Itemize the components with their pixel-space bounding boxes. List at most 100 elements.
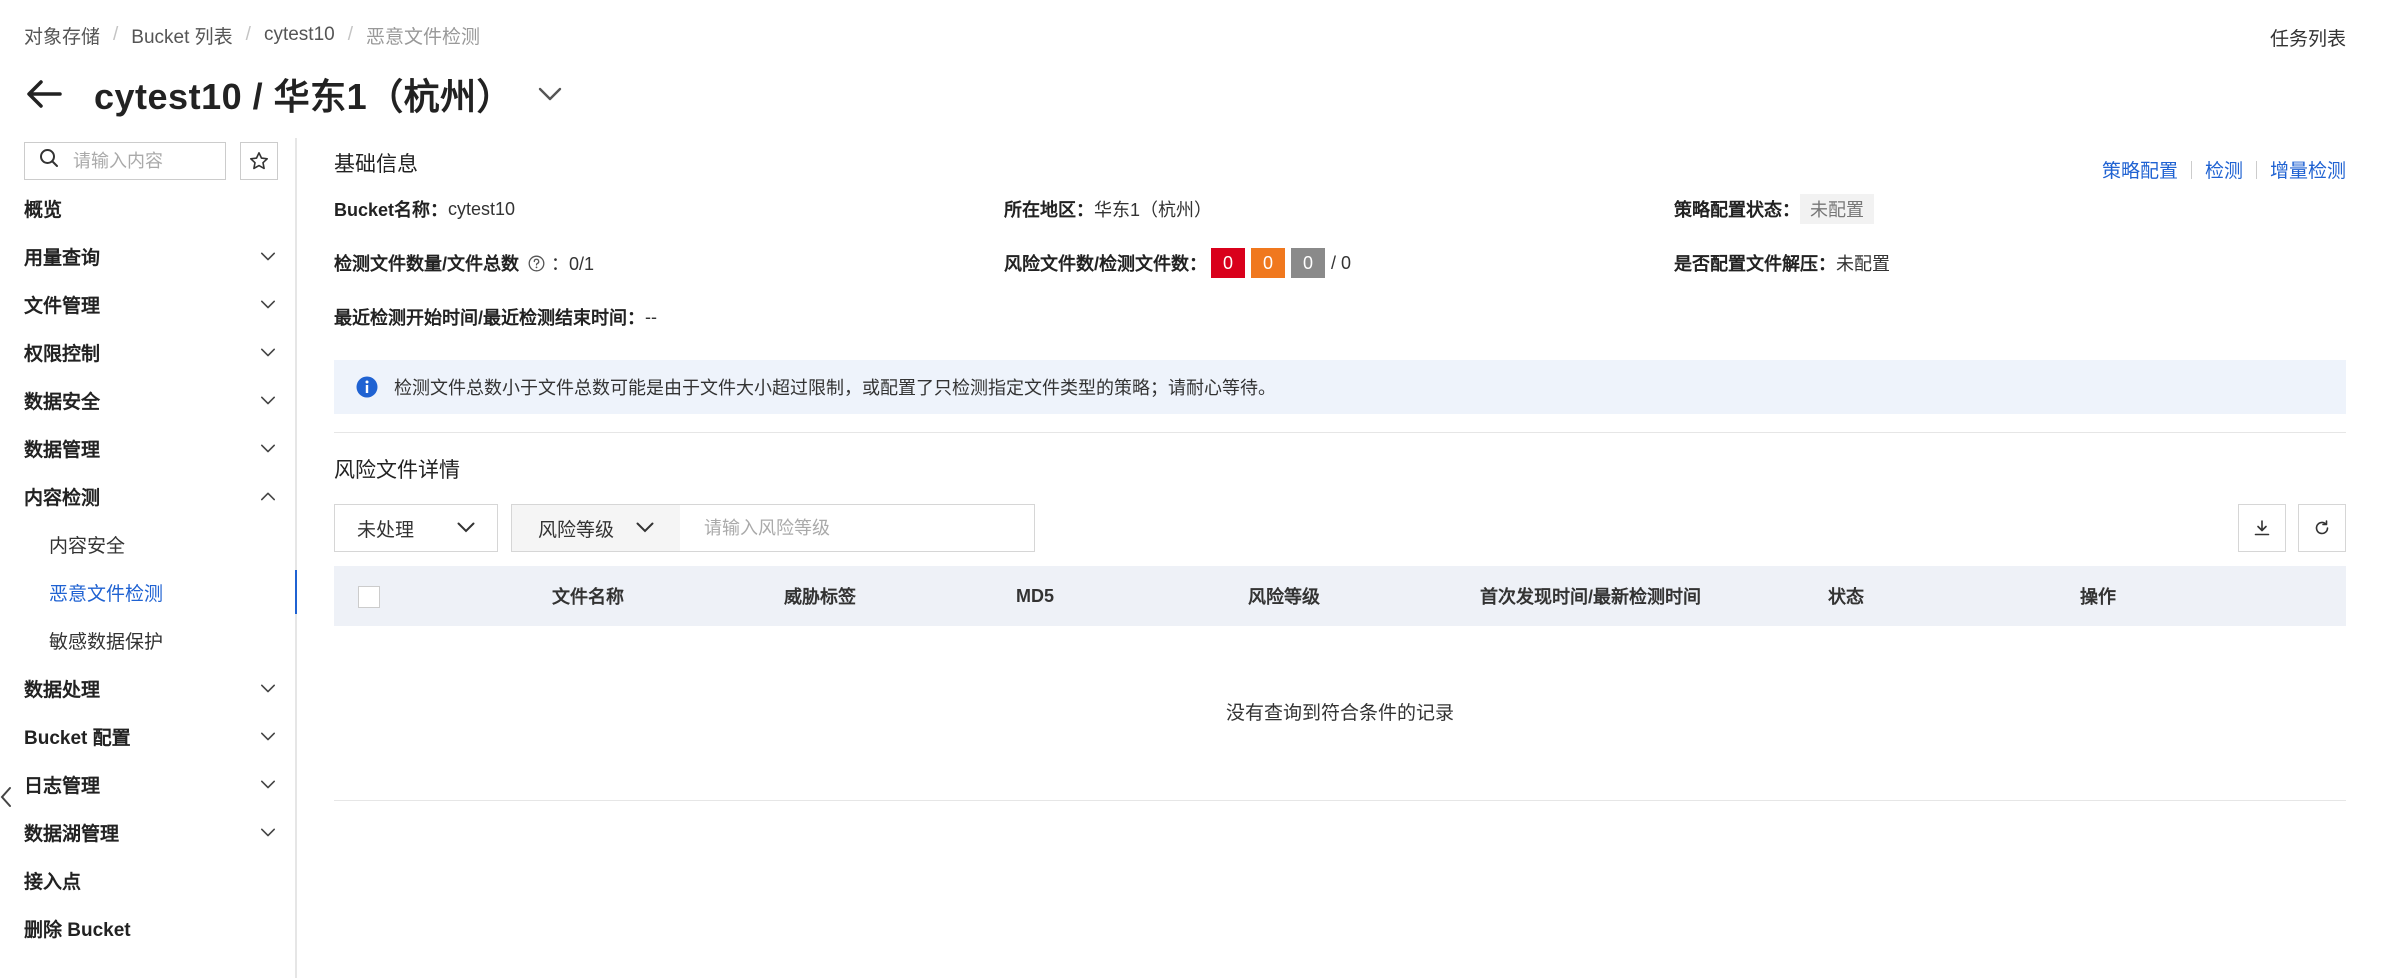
sidebar-item[interactable]: 权限控制 [0, 330, 295, 374]
info-icon [356, 376, 378, 398]
detect-count-label: 检测文件数量/文件总数 [334, 254, 519, 274]
sidebar-item[interactable]: 日志管理 [0, 762, 295, 806]
select-all-checkbox[interactable] [358, 586, 380, 608]
top-actions: 策略配置 检测 增量检测 [2102, 156, 2346, 183]
incremental-detect-link[interactable]: 增量检测 [2270, 156, 2346, 183]
sidebar-item[interactable]: 内容安全 [0, 522, 295, 566]
risk-level-select-value: 风险等级 [538, 519, 615, 541]
risk-level-filter: 风险等级 [511, 504, 1035, 552]
title-row: cytest10 / 华东1（杭州） [24, 66, 565, 122]
sidebar-item[interactable]: 接入点 [0, 858, 295, 902]
column-threat-tag: 威胁标签 [784, 587, 856, 607]
bucket-name-info: Bucket名称： cytest10 [334, 194, 515, 224]
sidebar-search-box[interactable] [24, 142, 226, 180]
bucket-name-label: Bucket名称： [334, 200, 449, 220]
notice-text: 检测文件总数小于文件总数可能是由于文件大小超过限制，或配置了只检测指定文件类型的… [394, 378, 1276, 398]
breadcrumb-separator: / [245, 24, 251, 45]
help-icon[interactable] [527, 254, 545, 272]
risk-count-info: 风险文件数/检测文件数： 0 0 0 / 0 [1004, 248, 1351, 278]
chevron-down-icon [259, 727, 277, 745]
detect-count-value: ：0/1 [551, 254, 595, 274]
region-value: 华东1（杭州） [1094, 200, 1213, 220]
chevron-down-icon [259, 679, 277, 697]
basic-info-title: 基础信息 [334, 153, 418, 176]
star-icon [250, 152, 268, 170]
status-filter-select[interactable]: 未处理 [334, 504, 498, 552]
empty-table-message: 没有查询到符合条件的记录 [1225, 703, 1454, 724]
sidebar: 概览用量查询文件管理权限控制数据安全数据管理内容检测内容安全恶意文件检测敏感数据… [0, 138, 297, 978]
sidebar-item[interactable]: Bucket 配置 [0, 714, 295, 758]
breadcrumb: 对象存储 / Bucket 列表 / cytest10 / 恶意文件检测 [24, 20, 480, 50]
chevron-down-icon [259, 391, 277, 409]
chevron-down-icon [259, 343, 277, 361]
sidebar-search-row [24, 142, 278, 180]
sidebar-item-label: Bucket 配置 [24, 727, 131, 749]
unzip-value: 未配置 [1836, 254, 1890, 274]
sidebar-item[interactable]: 敏感数据保护 [0, 618, 295, 662]
status-filter-value: 未处理 [357, 519, 415, 541]
sidebar-item-label: 数据处理 [24, 679, 101, 701]
download-button[interactable] [2238, 504, 2286, 552]
breadcrumb-object-storage[interactable]: 对象存储 [24, 22, 100, 49]
chevron-down-icon [259, 295, 277, 313]
chevron-down-icon [259, 823, 277, 841]
chevron-down-icon [457, 517, 475, 539]
sidebar-item[interactable]: 用量查询 [0, 234, 295, 278]
sidebar-item[interactable]: 数据管理 [0, 426, 295, 470]
sidebar-item-label: 内容安全 [49, 535, 126, 557]
search-icon [39, 148, 59, 174]
breadcrumb-bucket[interactable]: cytest10 [264, 24, 335, 46]
divider [2190, 160, 2192, 179]
chevron-down-icon [259, 439, 277, 457]
sidebar-item[interactable]: 数据处理 [0, 666, 295, 710]
sidebar-item[interactable]: 内容检测 [0, 474, 295, 518]
detect-link[interactable]: 检测 [2205, 156, 2243, 183]
sidebar-item-label: 文件管理 [24, 295, 101, 317]
back-arrow-icon[interactable] [24, 74, 64, 114]
risk-level-input[interactable] [704, 517, 1004, 539]
breadcrumb-separator: / [347, 24, 353, 45]
refresh-button[interactable] [2298, 504, 2346, 552]
breadcrumb-bucket-list[interactable]: Bucket 列表 [131, 22, 232, 49]
high-risk-badge: 0 [1211, 248, 1245, 278]
section-divider [334, 432, 2346, 433]
column-detect-time: 首次发现时间/最新检测时间 [1480, 587, 1701, 607]
sidebar-collapse-icon[interactable] [0, 779, 12, 815]
column-status: 状态 [1828, 587, 1864, 607]
chevron-down-icon [259, 775, 277, 793]
low-risk-badge: 0 [1291, 248, 1325, 278]
policy-config-link[interactable]: 策略配置 [2102, 156, 2178, 183]
sidebar-item[interactable]: 恶意文件检测 [0, 570, 297, 614]
chevron-down-icon [259, 247, 277, 265]
sidebar-item-label: 数据管理 [24, 439, 101, 461]
risk-details-title: 风险文件详情 [334, 459, 460, 482]
sidebar-search-input[interactable] [73, 150, 213, 172]
risk-count-label: 风险文件数/检测文件数： [1004, 254, 1207, 274]
sidebar-item-label: 敏感数据保护 [49, 631, 164, 653]
sidebar-item[interactable]: 文件管理 [0, 282, 295, 326]
sidebar-item-label: 接入点 [24, 871, 82, 893]
table-bottom-divider [334, 800, 2346, 801]
breadcrumb-separator: / [113, 24, 119, 45]
detect-time-info: 最近检测开始时间/最近检测结束时间： -- [334, 302, 657, 332]
risk-level-select[interactable]: 风险等级 [512, 505, 680, 551]
sidebar-item-label: 删除 Bucket [24, 919, 131, 941]
page-title: cytest10 / 华东1（杭州） [94, 76, 514, 117]
sidebar-item[interactable]: 数据湖管理 [0, 810, 295, 854]
detected-total-value: / 0 [1331, 252, 1352, 273]
detect-time-value: -- [645, 306, 657, 327]
sidebar-item[interactable]: 删除 Bucket [0, 906, 295, 950]
favorite-star-button[interactable] [240, 142, 278, 180]
policy-status-label: 策略配置状态： [1674, 200, 1800, 220]
unzip-label: 是否配置文件解压： [1674, 254, 1836, 274]
task-list-link[interactable]: 任务列表 [2270, 24, 2346, 51]
sidebar-item-label: 概览 [24, 199, 63, 221]
sidebar-item-label: 内容检测 [24, 487, 101, 509]
sidebar-item[interactable]: 概览 [0, 186, 295, 230]
region-switch-chevron-icon[interactable] [535, 79, 565, 109]
sidebar-item[interactable]: 数据安全 [0, 378, 295, 422]
column-md5: MD5 [1016, 585, 1055, 606]
policy-status-info: 策略配置状态： 未配置 [1674, 194, 1874, 224]
region-label: 所在地区： [1004, 200, 1094, 220]
sidebar-item-label: 数据安全 [24, 391, 101, 413]
